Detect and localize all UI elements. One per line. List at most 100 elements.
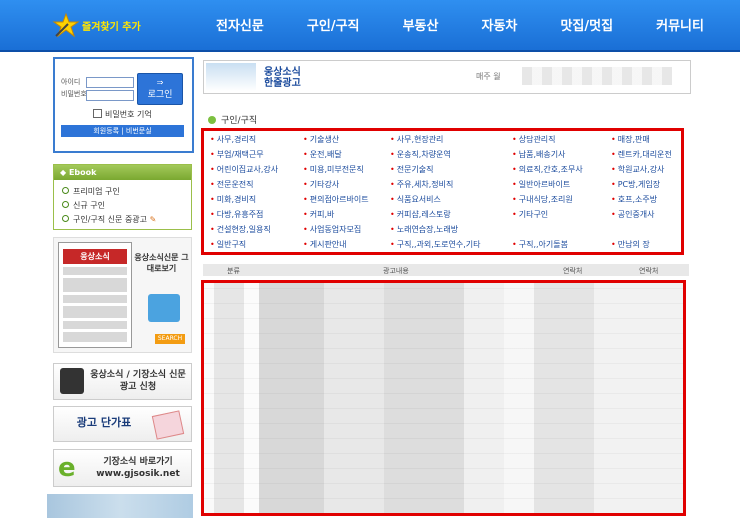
category-link[interactable]: 운송직,차량운역 bbox=[390, 149, 485, 160]
classified-title-line1: 웅상소식 bbox=[264, 67, 301, 78]
blurred-banner bbox=[47, 494, 193, 518]
nav-food[interactable]: 맛집/멋집 bbox=[544, 15, 629, 37]
category-link[interactable]: 구내식당,조리원 bbox=[512, 194, 607, 205]
ebook-item-premium[interactable]: 프리미엄 구인 bbox=[62, 186, 191, 197]
pencil-icon: ✎ bbox=[149, 215, 157, 224]
category-link[interactable]: 의료직,간호,조무사 bbox=[512, 164, 607, 175]
col-content: 광고내용 bbox=[383, 267, 409, 275]
category-link[interactable]: 미화,경비직 bbox=[210, 194, 305, 205]
category-link[interactable]: PC방,게임장 bbox=[611, 179, 706, 190]
add-favorite-label: 즐겨찾기 추가 bbox=[82, 22, 141, 33]
ebook-item-jobs-paper[interactable]: 구인/구직 신문 중광고 ✎ bbox=[62, 214, 191, 225]
ebook-item-new[interactable]: 신규 구인 bbox=[62, 200, 191, 211]
category-link[interactable]: 사무,현장관리 bbox=[390, 134, 485, 145]
nav-cars[interactable]: 자동차 bbox=[466, 15, 534, 37]
circle-bullet-icon bbox=[62, 187, 69, 194]
category-link[interactable]: 커피,바 bbox=[303, 209, 398, 220]
category-link[interactable]: 게시판안내 bbox=[303, 239, 398, 250]
category-link[interactable]: 커피샵,레스토랑 bbox=[390, 209, 485, 220]
arrow-right-icon: ⇒ bbox=[156, 78, 164, 87]
login-button-label: 로그인 bbox=[147, 90, 173, 100]
ebook-item-label: 구인/구직 신문 중광고 bbox=[73, 215, 148, 224]
price-table-text: 광고 단가표 bbox=[76, 416, 132, 429]
category-link[interactable]: 미용,미부전문직 bbox=[303, 164, 398, 175]
listing-table-header: 분류 광고내용 연락처 연락처 bbox=[203, 264, 689, 276]
find-password-link[interactable]: 비번문실 bbox=[126, 127, 152, 135]
top-navigation-bar: 즐겨찾기 추가 전자신문 구인/구직 부동산 자동차 맛집/멋집 커뮤니티 bbox=[0, 0, 740, 52]
thumb-block bbox=[63, 278, 127, 292]
category-link[interactable]: 일반아르바이트 bbox=[512, 179, 607, 190]
category-link[interactable]: 전문운전직 bbox=[210, 179, 305, 190]
category-link[interactable]: 사무,경리직 bbox=[210, 134, 305, 145]
category-link[interactable]: 매장,판매 bbox=[611, 134, 706, 145]
thumb-block bbox=[63, 332, 127, 342]
category-link[interactable]: 주유,세차,정비직 bbox=[390, 179, 485, 190]
listing-table-body bbox=[201, 280, 686, 516]
category-link[interactable]: 어린이집교사,강사 bbox=[210, 164, 305, 175]
gjsosik-text: 기장소식 바로가기 www.gjsosik.net bbox=[96, 457, 180, 479]
newspaper-thumbnail: 웅상소식 bbox=[58, 242, 132, 348]
category-link[interactable]: 호프,소주방 bbox=[611, 194, 706, 205]
category-link[interactable]: 기타강사 bbox=[303, 179, 398, 190]
nav-enewspaper[interactable]: 전자신문 bbox=[200, 15, 280, 37]
ebook-box: ◆ Ebook 프리미엄 구인 신규 구인 구인/구직 신문 중광고 ✎ bbox=[53, 164, 192, 230]
newspaper-viewer-banner[interactable]: 웅상소식 웅상소식신문 그대로보기 SEARCH bbox=[53, 237, 192, 353]
main-menu: 전자신문 구인/구직 부동산 자동차 맛집/멋집 커뮤니티 bbox=[200, 15, 720, 37]
category-link[interactable]: 렌트카,대리운전 bbox=[611, 149, 706, 160]
internet-explorer-icon: e bbox=[58, 453, 76, 483]
newspaper-stack-icon bbox=[206, 63, 256, 91]
circle-bullet-icon bbox=[62, 215, 69, 222]
category-link[interactable]: 사업동업자모집 bbox=[303, 224, 398, 235]
category-link[interactable]: 부업/재택근무 bbox=[210, 149, 305, 160]
category-link[interactable]: 상담관리직 bbox=[512, 134, 607, 145]
nav-community[interactable]: 커뮤니티 bbox=[640, 15, 720, 37]
password-label: 비밀번호 bbox=[61, 90, 87, 98]
category-link[interactable]: 건설현장,일용직 bbox=[210, 224, 305, 235]
ebook-item-label: 신규 구인 bbox=[73, 201, 105, 210]
classified-header: 웅상소식 한줄광고 매주 월 bbox=[203, 60, 691, 94]
ad-apply-banner[interactable]: 웅상소식 / 기장소식 신문광고 신청 bbox=[53, 363, 192, 400]
category-link[interactable]: 만남의 장 bbox=[611, 239, 706, 250]
ad-apply-text: 웅상소식 / 기장소식 신문광고 신청 bbox=[90, 370, 186, 392]
newspaper-thumb-title: 웅상소식 bbox=[63, 249, 127, 264]
section-title-text: 구인/구직 bbox=[221, 116, 258, 126]
thumb-block bbox=[63, 267, 127, 275]
category-link[interactable]: 식품요서비스 bbox=[390, 194, 485, 205]
price-card-icon bbox=[151, 410, 185, 440]
category-link[interactable]: 구직,,과외,도로연수,기타 bbox=[390, 239, 485, 250]
add-favorite-button[interactable]: 즐겨찾기 추가 bbox=[52, 12, 144, 38]
remember-password-checkbox[interactable]: 비밀번호 기억 bbox=[93, 109, 152, 120]
thumb-block bbox=[63, 321, 127, 329]
price-table-banner[interactable]: 광고 단가표 bbox=[53, 406, 192, 442]
category-link[interactable]: 납품,배송기사 bbox=[512, 149, 607, 160]
category-link[interactable]: 학원교사,강사 bbox=[611, 164, 706, 175]
id-input[interactable] bbox=[86, 77, 134, 88]
nav-realestate[interactable]: 부동산 bbox=[387, 15, 455, 37]
checkbox-icon bbox=[93, 109, 102, 118]
green-dot-icon bbox=[208, 116, 216, 124]
folder-magnifier-icon bbox=[148, 294, 180, 322]
signup-link[interactable]: 회원등록 bbox=[93, 127, 119, 135]
login-links: 회원등록 | 비번문실 bbox=[61, 125, 184, 137]
classified-title-line2: 한줄광고 bbox=[264, 78, 301, 89]
category-link[interactable]: 기술생산 bbox=[303, 134, 398, 145]
search-label: SEARCH bbox=[155, 334, 185, 344]
thumb-block bbox=[63, 306, 127, 318]
category-link[interactable]: 운전,배달 bbox=[303, 149, 398, 160]
category-link[interactable]: 다방,유흥주점 bbox=[210, 209, 305, 220]
bullet-icon: ◆ bbox=[60, 168, 69, 177]
thumb-block bbox=[63, 295, 127, 303]
col-contact-2: 연락처 bbox=[639, 267, 659, 275]
category-link[interactable]: 일반구직 bbox=[210, 239, 305, 250]
newspaper-caption: 웅상소식신문 그대로보기 bbox=[134, 253, 189, 273]
password-input[interactable] bbox=[86, 90, 134, 101]
category-link[interactable]: 구직,,아기돌봄 bbox=[512, 239, 607, 250]
category-link[interactable]: 전문기술직 bbox=[390, 164, 485, 175]
login-button[interactable]: ⇒ 로그인 bbox=[137, 73, 183, 105]
category-link[interactable]: 공인중개사 bbox=[611, 209, 706, 220]
nav-jobs[interactable]: 구인/구직 bbox=[291, 15, 376, 37]
category-link[interactable]: 편의점아르바이트 bbox=[303, 194, 398, 205]
category-link[interactable]: 기타구인 bbox=[512, 209, 607, 220]
gjsosik-banner[interactable]: e 기장소식 바로가기 www.gjsosik.net bbox=[53, 449, 192, 487]
category-link[interactable]: 노래연습장,노래방 bbox=[390, 224, 485, 235]
